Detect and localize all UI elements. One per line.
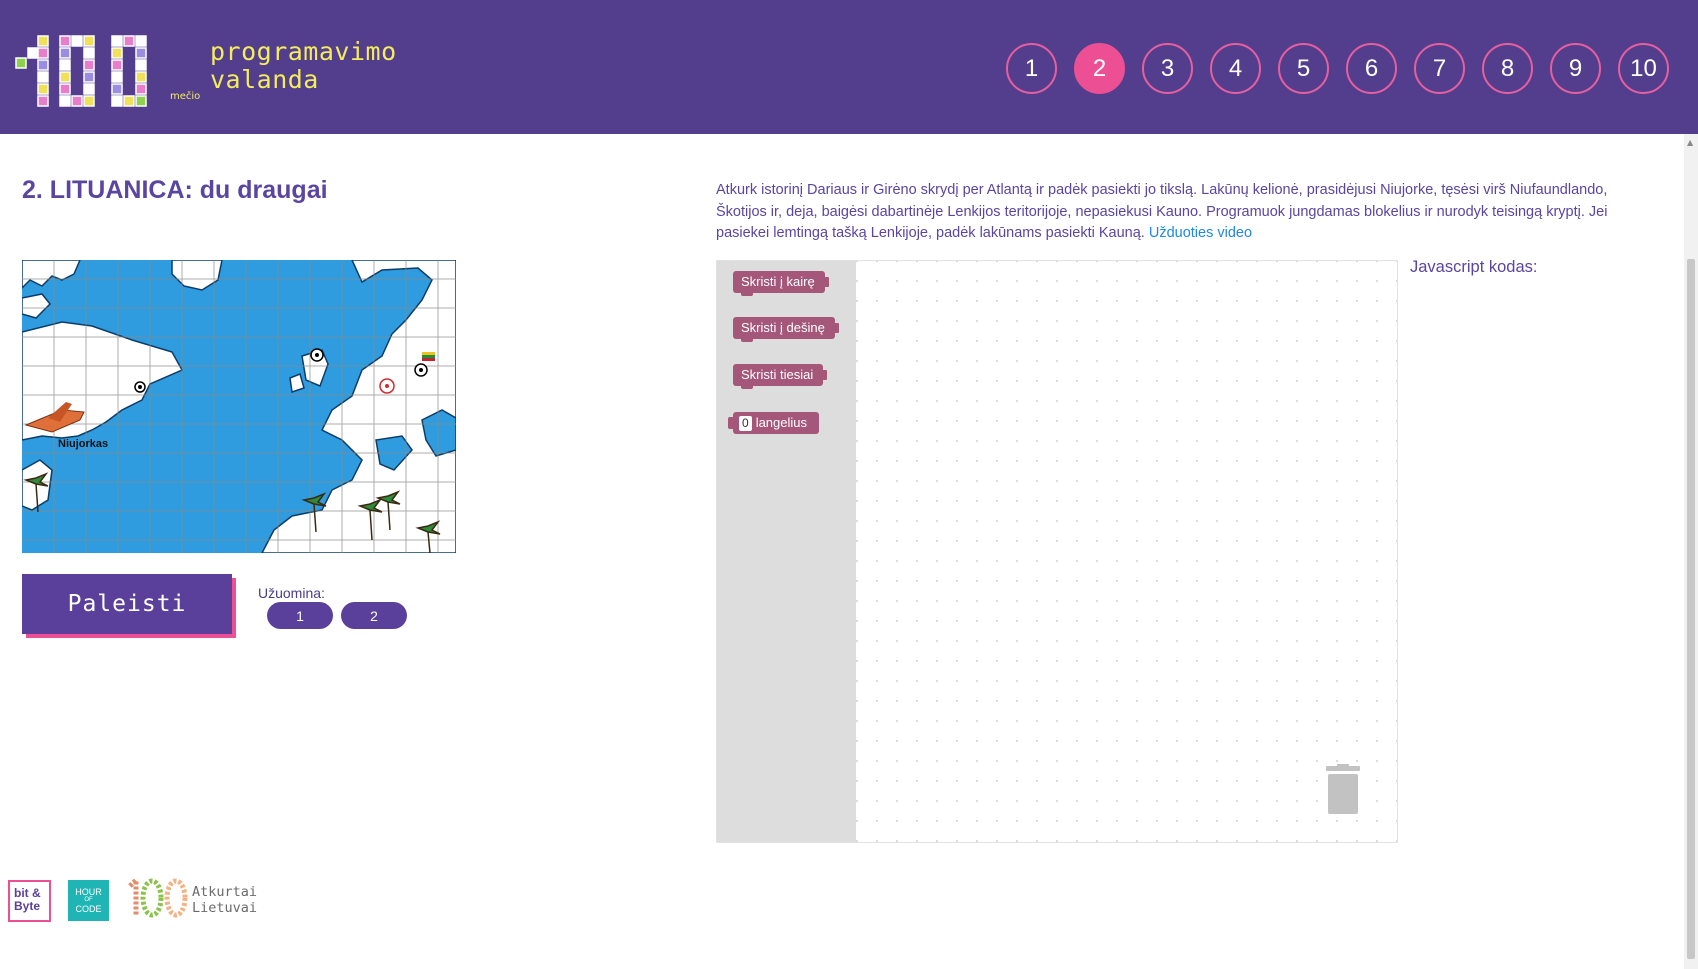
bitbyte-line-2: Byte [14, 899, 41, 913]
task-description: Atkurk istorinį Dariaus ir Girėno skrydį… [716, 180, 1631, 245]
level-button-5[interactable]: 5 [1278, 43, 1329, 94]
block-number-field[interactable]: 0 [739, 416, 752, 431]
task-video-link[interactable]: Užduoties video [1149, 225, 1252, 241]
blockly-workspace[interactable]: Skristi į kairę Skristi į dešinę Skristi… [716, 260, 1398, 843]
hint-button-1[interactable]: 1 [267, 602, 333, 629]
anniversary-line-2: Lietuvai [192, 900, 258, 916]
map-city-label: Niujorkas [58, 438, 108, 450]
hoc-line-3: CODE [75, 904, 102, 914]
level-button-2-active[interactable]: 2 [1074, 43, 1125, 94]
block-notch [741, 385, 753, 389]
blockly-toolbox: Skristi į kairę Skristi į dešinę Skristi… [717, 261, 856, 842]
scrollbar-thumb[interactable] [1687, 259, 1695, 959]
block-fly-left-label: Skristi į kairę [741, 274, 815, 289]
level-title: 2. LITUANICA: du draugai [22, 176, 328, 204]
javascript-code-label: Javascript kodas: [1410, 258, 1538, 276]
level-button-10[interactable]: 10 [1618, 43, 1669, 94]
logo-suffix: mečio [170, 91, 201, 102]
target-icon [379, 378, 395, 394]
block-fly-left[interactable]: Skristi į kairę [733, 271, 829, 296]
hour-of-code-logo: HOUR OF CODE [68, 880, 109, 921]
level-button-3[interactable]: 3 [1142, 43, 1193, 94]
block-number-unit: langelius [755, 415, 808, 430]
logo-title: programavimo valanda [210, 38, 397, 94]
anniversary-100-logo [128, 876, 188, 918]
block-notch [741, 292, 753, 296]
hoc-line-1: HOUR [75, 887, 102, 897]
run-button[interactable]: Paleisti [22, 574, 232, 634]
level-button-8[interactable]: 8 [1482, 43, 1533, 94]
game-map: Niujorkas [22, 260, 456, 553]
block-fly-straight-label: Skristi tiesiai [741, 367, 814, 382]
block-fly-right[interactable]: Skristi į dešinę [733, 317, 839, 342]
level-button-7[interactable]: 7 [1414, 43, 1465, 94]
anniversary-text: Atkurtai Lietuvai [192, 884, 257, 916]
hoc-line-2: OF [84, 897, 93, 903]
logo-line-1: programavimo [210, 37, 397, 66]
scroll-up-arrow-icon[interactable]: ▲ [1687, 138, 1693, 147]
logo-line-2: valanda [210, 65, 319, 94]
level-button-4[interactable]: 4 [1210, 43, 1261, 94]
anniversary-line-1: Atkurtai [192, 884, 258, 900]
page-scrollbar[interactable]: ▲ [1684, 134, 1698, 969]
hint-label: Užuomina: [258, 585, 325, 601]
level-button-9[interactable]: 9 [1550, 43, 1601, 94]
header-bar: mečio programavimo valanda 1 2 3 4 5 6 7… [0, 0, 1698, 134]
level-button-6[interactable]: 6 [1346, 43, 1397, 94]
block-fly-right-label: Skristi į dešinę [741, 320, 825, 335]
block-notch [741, 338, 753, 342]
level-button-1[interactable]: 1 [1006, 43, 1057, 94]
bit-and-byte-logo: bit & Byte [8, 880, 51, 922]
hint-button-2[interactable]: 2 [341, 602, 407, 629]
trash-icon[interactable] [1324, 764, 1362, 816]
block-fly-straight[interactable]: Skristi tiesiai [733, 364, 828, 389]
level-navigation: 1 2 3 4 5 6 7 8 9 10 [1006, 43, 1669, 94]
block-number-cells[interactable]: 0 langelius [727, 412, 820, 434]
